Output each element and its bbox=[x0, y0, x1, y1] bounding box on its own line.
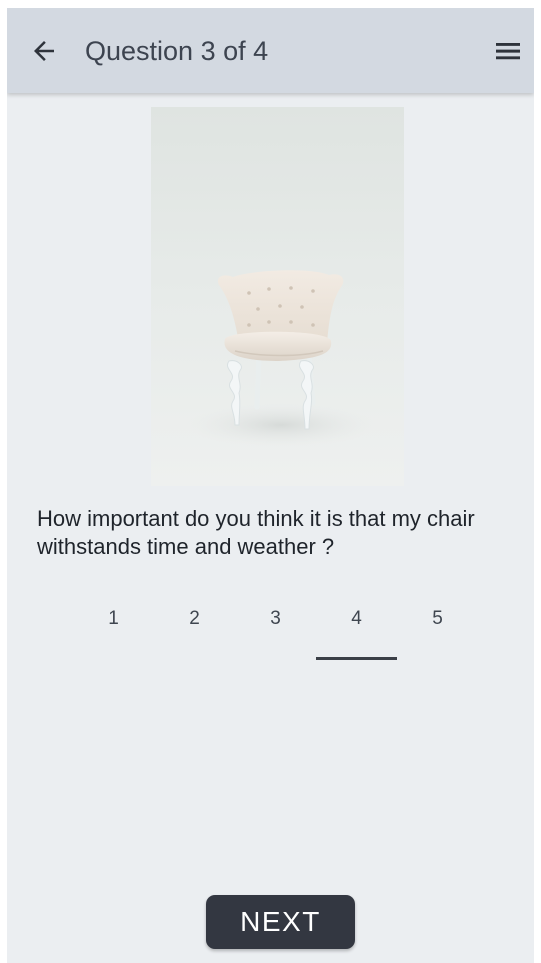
rating-option-label: 4 bbox=[351, 608, 362, 629]
selected-underline bbox=[316, 657, 397, 660]
question-text: How important do you think it is that my… bbox=[37, 506, 475, 559]
chair-photo bbox=[151, 107, 404, 486]
rating-option-4[interactable]: 4 bbox=[316, 603, 397, 663]
arrow-left-icon bbox=[34, 41, 54, 61]
rating-option-2[interactable]: 2 bbox=[154, 603, 235, 663]
armchair-image bbox=[151, 107, 404, 486]
rating-option-1[interactable]: 1 bbox=[73, 603, 154, 663]
survey-screen: Question 3 of 4 How important do you thi… bbox=[7, 8, 534, 963]
menu-button[interactable] bbox=[486, 30, 530, 72]
rating-option-label: 3 bbox=[270, 608, 281, 629]
page-title: Question 3 of 4 bbox=[85, 36, 269, 66]
next-button[interactable]: NEXT bbox=[206, 895, 355, 949]
rating-option-3[interactable]: 3 bbox=[235, 603, 316, 663]
rating-scale: 1 2 3 4 5 bbox=[73, 603, 478, 663]
back-button[interactable] bbox=[23, 30, 65, 72]
hamburger-menu-icon bbox=[496, 43, 520, 60]
rating-option-label: 1 bbox=[108, 608, 119, 629]
rating-option-5[interactable]: 5 bbox=[397, 603, 478, 663]
rating-option-label: 5 bbox=[432, 608, 443, 629]
app-bar: Question 3 of 4 bbox=[7, 8, 534, 93]
rating-option-label: 2 bbox=[189, 608, 200, 629]
